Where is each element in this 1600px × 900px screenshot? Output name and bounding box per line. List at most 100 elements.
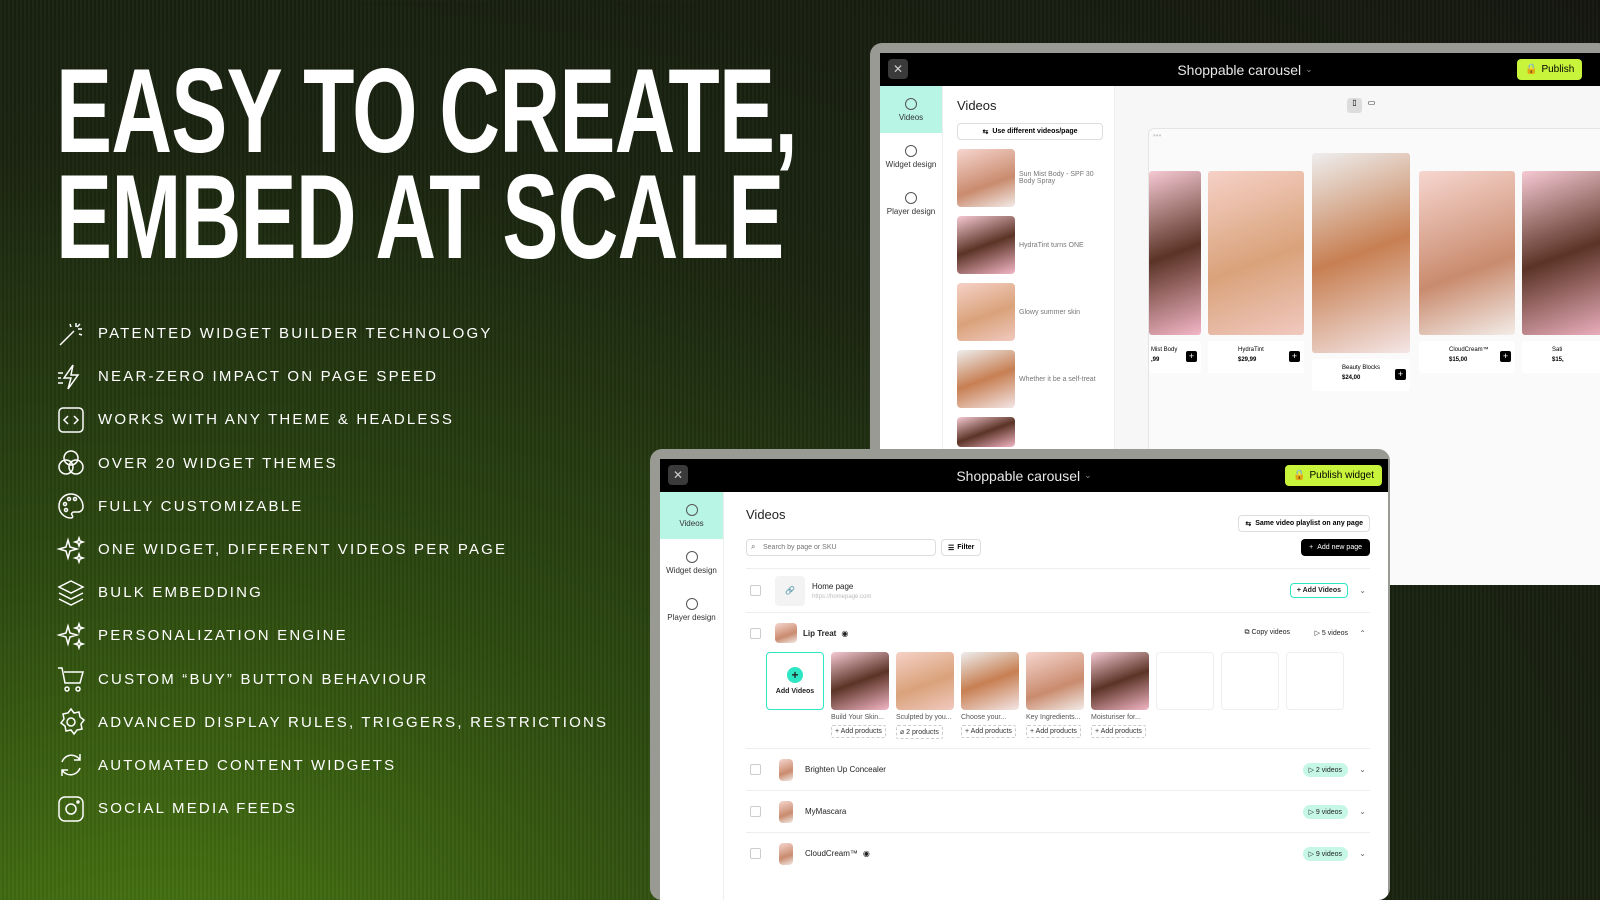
swap-icon: ⇆ xyxy=(982,128,989,136)
add-products-button[interactable]: ⌀ 2 products xyxy=(896,725,943,739)
page-name[interactable]: Home page xyxy=(812,582,871,591)
add-videos-button[interactable]: + Add Videos xyxy=(1289,583,1348,598)
sidebar-item-player-design[interactable]: Player design xyxy=(660,586,723,633)
product-name[interactable]: Lip Treat xyxy=(803,629,836,638)
feature-item: PERSONALIZATION ENGINE xyxy=(56,614,608,657)
carousel-video-card[interactable] xyxy=(1419,171,1515,335)
device-toggle: ▯ ▭ xyxy=(1347,98,1379,113)
add-products-button[interactable]: + Add products xyxy=(831,725,886,738)
add-products-button[interactable]: + Add products xyxy=(961,725,1016,738)
video-tile[interactable]: Moisturiser for... + Add products xyxy=(1091,652,1149,739)
close-button[interactable]: ✕ xyxy=(888,59,908,79)
chevron-down-icon[interactable]: ⌄ xyxy=(1359,586,1366,595)
row-checkbox[interactable] xyxy=(750,806,761,817)
row-checkbox[interactable] xyxy=(750,627,761,639)
use-different-videos-button[interactable]: ⇆ Use different videos/page xyxy=(957,123,1103,140)
empty-video-slot xyxy=(1286,652,1344,710)
feature-label: CUSTOM “BUY” BUTTON BEHAVIOUR xyxy=(98,670,429,688)
feature-label: OVER 20 WIDGET THEMES xyxy=(98,454,338,472)
video-thumbnail xyxy=(957,149,1015,207)
play-icon xyxy=(905,97,917,110)
search-icon: ⌕ xyxy=(751,542,756,551)
copy-videos-button[interactable]: ⧉ Copy videos xyxy=(1245,629,1290,637)
chevron-down-icon[interactable]: ⌄ xyxy=(1359,849,1366,858)
add-products-button[interactable]: + Add products xyxy=(1026,725,1081,738)
carousel-video-card[interactable] xyxy=(1522,171,1600,335)
video-list-item[interactable]: Sun Mist Body - SPF 30 Body Spray xyxy=(957,149,1114,207)
widget-title[interactable]: Shoppable carousel xyxy=(956,468,1080,484)
add-videos-tile[interactable]: + Add Videos xyxy=(766,652,824,710)
add-to-cart-button[interactable]: + xyxy=(1500,351,1511,362)
headline-line-1: EASY TO CREATE, xyxy=(56,44,798,178)
row-checkbox[interactable] xyxy=(750,585,761,596)
sidebar-label: Player design xyxy=(886,206,936,216)
product-card[interactable]: Beauty Blocks $24,00 + xyxy=(1312,359,1410,391)
video-list-item[interactable]: Glowy summer skin xyxy=(957,283,1114,341)
product-card[interactable]: HydraTint $29,99 + xyxy=(1208,341,1304,373)
refresh-icon xyxy=(61,754,81,777)
video-title: HydraTint turns ONE xyxy=(1019,241,1084,249)
video-tile[interactable]: Sculpted by you... ⌀ 2 products xyxy=(896,652,954,739)
code-icon xyxy=(58,407,84,433)
sidebar-item-widget-design[interactable]: Widget design xyxy=(880,133,942,180)
sidebar-item-player-design[interactable]: Player design xyxy=(880,180,942,227)
palette-icon xyxy=(905,191,917,204)
video-count-badge[interactable]: ▷ 2 videos xyxy=(1302,762,1348,777)
front-editor-window: ✕ Shoppable carousel ⌄ 🔒 Publish widget Vi… xyxy=(650,449,1390,900)
sidebar-item-widget-design[interactable]: Widget design xyxy=(660,539,723,586)
video-tile[interactable]: Key Ingredients... + Add products xyxy=(1026,652,1084,739)
video-list-item[interactable]: HydraTint turns ONE xyxy=(957,216,1114,274)
sidebar-item-videos[interactable]: Videos xyxy=(660,492,723,539)
play-icon xyxy=(685,503,698,516)
panel-title: Videos xyxy=(957,98,997,113)
row-checkbox[interactable] xyxy=(750,764,761,775)
filter-button[interactable]: ☰ Filter xyxy=(941,539,982,556)
feature-item: SOCIAL MEDIA FEEDS xyxy=(56,787,608,830)
video-count-badge[interactable]: ▷ 9 videos xyxy=(1302,846,1348,861)
product-card[interactable]: Sati$15,+ xyxy=(1522,341,1600,373)
row-checkbox[interactable] xyxy=(750,848,761,859)
add-products-button[interactable]: + Add products xyxy=(1091,725,1146,738)
editor-header: ✕ Shoppable carousel ⌄ 🔒 Publish widget xyxy=(660,459,1388,492)
add-to-cart-button[interactable]: + xyxy=(1395,369,1406,380)
lightning-icon xyxy=(58,364,80,390)
product-name[interactable]: MyMascara xyxy=(805,807,846,816)
add-new-page-button[interactable]: + Add new page xyxy=(1301,539,1370,556)
feature-item: FULLY CUSTOMIZABLE xyxy=(56,485,608,528)
search-input[interactable] xyxy=(746,539,936,556)
chevron-up-icon[interactable]: ⌃ xyxy=(1359,629,1366,638)
eye-icon[interactable]: ◉ xyxy=(841,629,848,638)
add-to-cart-button[interactable]: + xyxy=(1186,351,1197,362)
table-row: 🔗 Home page https://homepage.com + Add Vi… xyxy=(746,568,1370,612)
product-name[interactable]: CloudCream™ xyxy=(805,849,858,858)
desktop-icon[interactable]: ▭ xyxy=(1364,98,1379,113)
same-playlist-button[interactable]: ⇆ Same video playlist on any page xyxy=(1238,515,1370,532)
publish-widget-button[interactable]: 🔒 Publish widget xyxy=(1285,465,1382,486)
mobile-icon[interactable]: ▯ xyxy=(1347,98,1362,113)
carousel-video-card[interactable] xyxy=(1149,171,1201,335)
product-card[interactable]: CloudCream™ $15,00 + xyxy=(1419,341,1515,373)
chevron-down-icon[interactable]: ⌄ xyxy=(1084,470,1092,481)
video-count-badge[interactable]: ▷ 9 videos xyxy=(1302,804,1348,819)
add-to-cart-button[interactable]: + xyxy=(1289,351,1300,362)
widget-title[interactable]: Shoppable carousel xyxy=(1177,62,1301,78)
carousel-video-card[interactable] xyxy=(1208,171,1304,335)
table-row-expanded: Lip Treat ◉ ⧉ Copy videos ▷ 5 videos ⌃ + A… xyxy=(746,612,1370,747)
product-card[interactable]: Mist Body ,99 + xyxy=(1149,341,1201,373)
product-name: Sati xyxy=(1552,347,1563,353)
toggle-label: Use different videos/page xyxy=(992,128,1078,135)
product-name[interactable]: Brighten Up Concealer xyxy=(805,765,886,774)
video-count[interactable]: ▷ 5 videos xyxy=(1315,629,1348,637)
sidebar-item-videos[interactable]: Videos xyxy=(880,86,942,133)
carousel-video-card[interactable] xyxy=(1312,153,1410,353)
video-tile[interactable]: Choose your... + Add products xyxy=(961,652,1019,739)
video-list-item[interactable]: Whether it be a self-treat xyxy=(957,350,1114,408)
video-tile[interactable]: Build Your Skin... + Add products xyxy=(831,652,889,739)
eye-icon[interactable]: ◉ xyxy=(863,849,870,858)
close-button[interactable]: ✕ xyxy=(668,465,688,485)
chevron-down-icon[interactable]: ⌄ xyxy=(1359,765,1366,774)
feature-item: PATENTED WIDGET BUILDER TECHNOLOGY xyxy=(56,312,608,355)
chevron-down-icon[interactable]: ⌄ xyxy=(1359,807,1366,816)
publish-button[interactable]: 🔒 Publish xyxy=(1517,59,1583,80)
chevron-down-icon[interactable]: ⌄ xyxy=(1305,64,1313,75)
